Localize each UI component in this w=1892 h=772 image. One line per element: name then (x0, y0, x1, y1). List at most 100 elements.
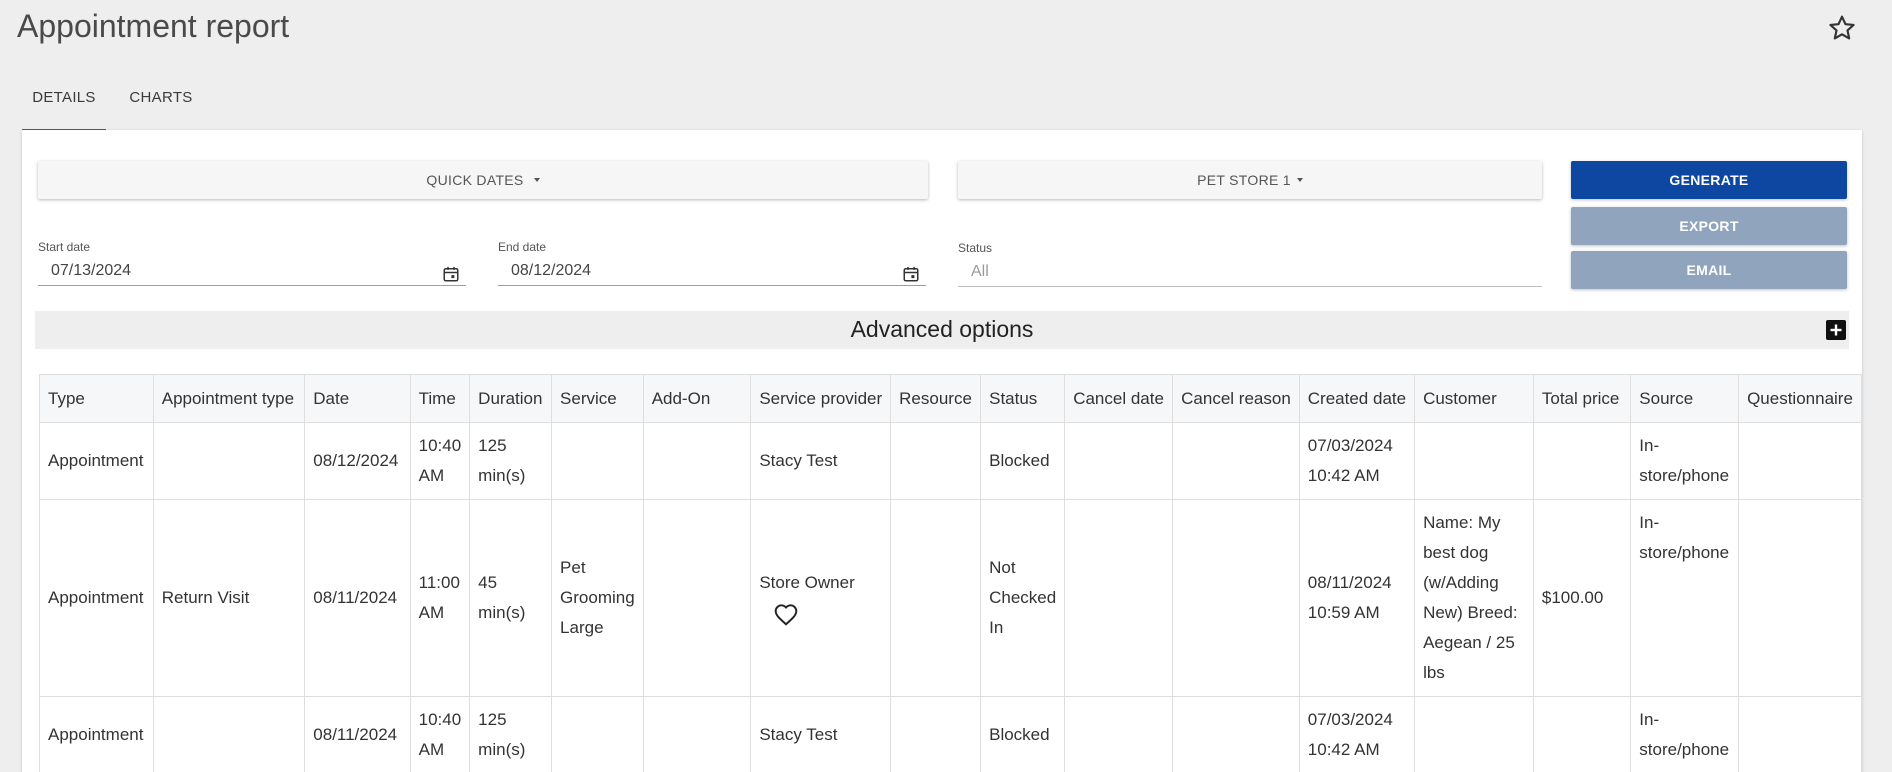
column-header[interactable]: Cancel reason (1172, 374, 1300, 423)
cell-cancel-reason (1172, 499, 1300, 697)
generate-button[interactable]: GENERATE (1571, 161, 1847, 199)
cell-type: Appointment (39, 422, 154, 500)
cell-resource (890, 499, 982, 697)
cell-add-on (642, 696, 752, 772)
generate-label: GENERATE (1669, 172, 1749, 188)
quick-dates-dropdown[interactable]: QUICK DATES (38, 161, 928, 199)
column-header[interactable]: Customer (1414, 374, 1534, 423)
end-date-value: 08/12/2024 (511, 262, 592, 279)
column-header[interactable]: Status (980, 374, 1066, 423)
cell-date: 08/11/2024 (304, 696, 411, 772)
cell-service (551, 696, 644, 772)
cell-created-date: 07/03/2024 10:42 AM (1298, 422, 1416, 500)
cell-add-on (642, 499, 752, 697)
column-header[interactable]: Total price (1532, 374, 1632, 423)
column-header[interactable]: Appointment type (152, 374, 306, 423)
chevron-down-icon (533, 178, 540, 182)
table-row[interactable]: Appointment Return Visit 08/11/2024 11:0… (39, 499, 1862, 697)
cell-time: 10:40 AM (409, 696, 471, 772)
cell-source: In-store/phone (1630, 422, 1740, 500)
cell-source: In-store/phone (1630, 499, 1740, 697)
column-header[interactable]: Duration (469, 374, 553, 423)
export-label: EXPORT (1679, 218, 1739, 234)
calendar-icon[interactable] (442, 265, 460, 283)
cell-service: Pet Grooming Large (551, 499, 644, 697)
cell-status: Not Checked In (980, 499, 1066, 697)
export-button[interactable]: EXPORT (1571, 207, 1847, 245)
store-dropdown[interactable]: PET STORE 1 (958, 161, 1542, 199)
cell-source: In-store/phone (1630, 696, 1740, 772)
cell-time: 10:40 AM (409, 422, 471, 500)
table-row[interactable]: Appointment 08/11/2024 10:40 AM 125 min(… (39, 696, 1862, 772)
cell-service-provider: Stacy Test (750, 696, 892, 772)
advanced-options-bar[interactable]: Advanced options (35, 311, 1849, 349)
cell-customer (1414, 422, 1534, 500)
cell-duration: 125 min(s) (469, 422, 553, 500)
column-header[interactable]: Type (39, 374, 154, 423)
cell-created-date: 08/11/2024 10:59 AM (1298, 499, 1416, 697)
cell-status: Blocked (980, 696, 1066, 772)
tab-details[interactable]: DETAILS (22, 80, 106, 132)
heart-icon[interactable] (773, 602, 799, 626)
cell-cancel-date (1064, 499, 1174, 697)
cell-date: 08/12/2024 (304, 422, 411, 500)
column-header[interactable]: Questionnaire (1738, 374, 1862, 423)
status-label: Status (958, 241, 993, 255)
end-date-label: End date (498, 240, 547, 254)
tab-details-label: DETAILS (32, 89, 96, 106)
cell-customer (1414, 696, 1534, 772)
cell-time: 11:00 AM (409, 499, 471, 697)
plus-box-icon[interactable] (1826, 320, 1846, 340)
cell-created-date: 07/03/2024 10:42 AM (1298, 696, 1416, 772)
email-label: EMAIL (1686, 262, 1732, 278)
cell-resource (890, 422, 982, 500)
column-header[interactable]: Resource (890, 374, 982, 423)
start-date-label: Start date (38, 240, 91, 254)
cell-questionnaire (1738, 499, 1862, 697)
cell-cancel-date (1064, 422, 1174, 500)
quick-dates-label: QUICK DATES (426, 172, 524, 188)
cell-customer: Name: My best dog (w/Adding New) Breed: … (1414, 499, 1534, 697)
column-header[interactable]: Add-On (642, 374, 752, 423)
start-date-field[interactable]: 07/13/2024 (38, 256, 466, 286)
cell-total-price (1532, 422, 1632, 500)
end-date-field[interactable]: 08/12/2024 (498, 256, 926, 286)
advanced-options-title: Advanced options (850, 316, 1034, 342)
column-header[interactable]: Time (409, 374, 471, 423)
cell-total-price: $100.00 (1532, 499, 1632, 697)
tab-charts-label: CHARTS (129, 89, 193, 106)
star-icon[interactable] (1826, 12, 1858, 44)
cell-appointment-type: Return Visit (152, 499, 306, 697)
cell-appointment-type (152, 422, 306, 500)
column-header[interactable]: Cancel date (1064, 374, 1174, 423)
table-row[interactable]: Appointment 08/12/2024 10:40 AM 125 min(… (39, 422, 1862, 500)
provider-name: Store Owner (759, 573, 855, 592)
status-placeholder: All (971, 263, 989, 280)
report-card: QUICK DATES PET STORE 1 GENERATE EXPORT … (22, 130, 1862, 772)
column-header[interactable]: Service (551, 374, 644, 423)
cell-add-on (642, 422, 752, 500)
store-label: PET STORE 1 (1197, 172, 1291, 188)
column-header[interactable]: Date (304, 374, 411, 423)
start-date-value: 07/13/2024 (51, 262, 132, 279)
column-header[interactable]: Created date (1298, 374, 1416, 423)
cell-service-provider: Stacy Test (750, 422, 892, 500)
cell-date: 08/11/2024 (304, 499, 411, 697)
email-button[interactable]: EMAIL (1571, 251, 1847, 289)
cell-cancel-reason (1172, 696, 1300, 772)
cell-questionnaire (1738, 422, 1862, 500)
column-header[interactable]: Service provider (750, 374, 892, 423)
column-header[interactable]: Source (1630, 374, 1740, 423)
page-title: Appointment report (17, 8, 290, 44)
cell-duration: 125 min(s) (469, 696, 553, 772)
appointment-table: Type Appointment type Date Time Duration… (39, 374, 1862, 772)
cell-type: Appointment (39, 499, 154, 697)
tab-charts[interactable]: CHARTS (120, 80, 202, 132)
status-select[interactable]: All (958, 257, 1542, 287)
calendar-icon[interactable] (902, 265, 920, 283)
cell-questionnaire (1738, 696, 1862, 772)
cell-appointment-type (152, 696, 306, 772)
cell-status: Blocked (980, 422, 1066, 500)
cell-resource (890, 696, 982, 772)
cell-total-price (1532, 696, 1632, 772)
